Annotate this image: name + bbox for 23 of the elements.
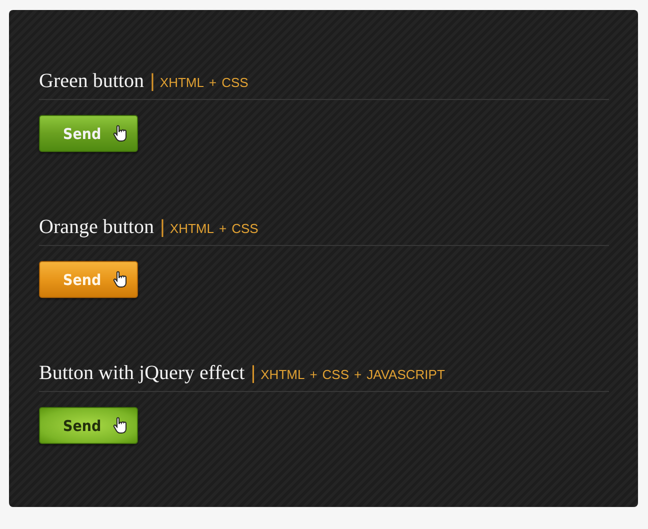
section-title: Green button xyxy=(39,70,144,93)
separator: | xyxy=(160,217,165,239)
separator: | xyxy=(250,363,256,385)
tech-label: + xyxy=(218,221,227,236)
section-title: Button with jQuery effect xyxy=(39,362,245,385)
tech-label: JAVASCRIPT xyxy=(366,367,445,382)
tech-label: XHTML xyxy=(260,367,305,382)
section-title: Orange button xyxy=(39,216,154,239)
tech-label: CSS xyxy=(322,367,350,382)
tech-label: + xyxy=(208,75,217,90)
separator: | xyxy=(150,71,155,93)
send-button[interactable]: Send xyxy=(39,261,138,298)
send-button[interactable]: Send xyxy=(39,115,138,152)
tech-label: XHTML xyxy=(160,75,204,90)
tech-label: CSS xyxy=(232,221,258,236)
hand-cursor-icon xyxy=(113,271,128,288)
tech-label: CSS xyxy=(222,75,248,90)
hand-cursor-icon xyxy=(113,125,128,142)
tech-label: + xyxy=(354,367,362,382)
hand-cursor-icon xyxy=(113,417,128,434)
send-button[interactable]: Send xyxy=(39,407,138,444)
tech-label: XHTML xyxy=(170,221,214,236)
tech-label: + xyxy=(310,367,318,382)
